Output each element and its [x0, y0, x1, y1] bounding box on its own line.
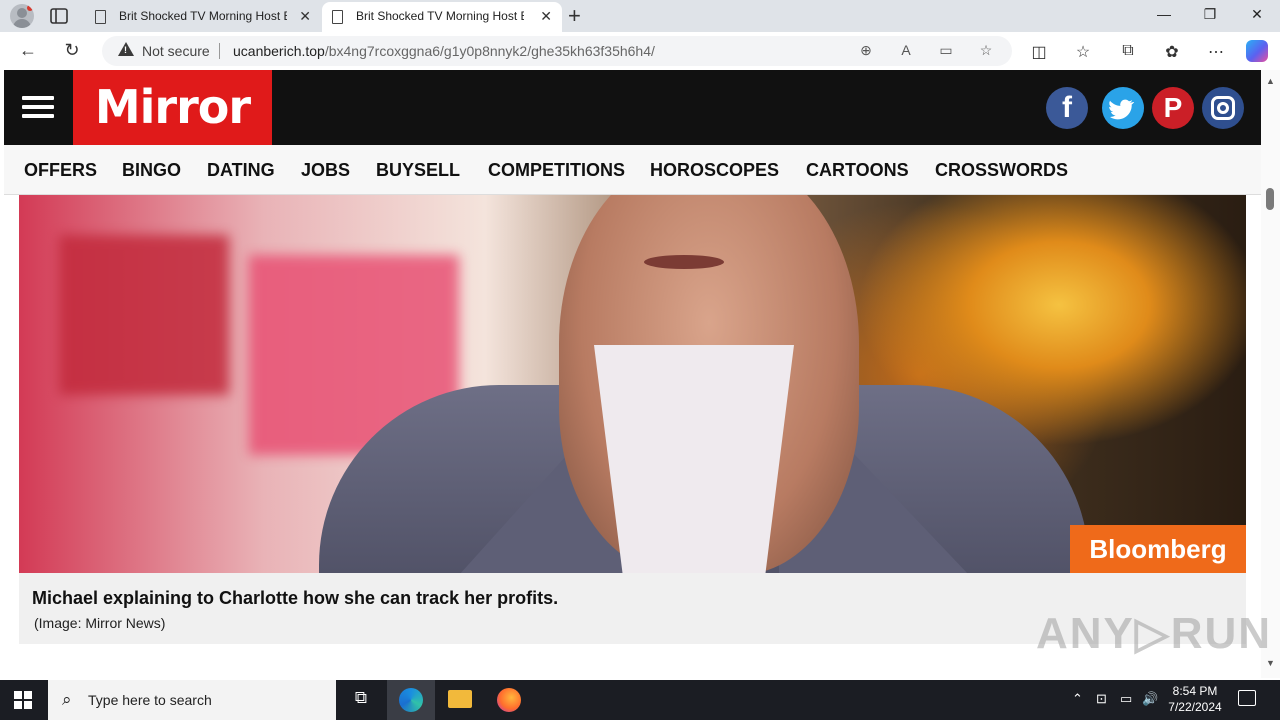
- site-header: Mirror f P: [4, 70, 1261, 145]
- nav-jobs[interactable]: JOBS: [301, 160, 350, 181]
- refresh-icon[interactable]: ↻: [60, 40, 84, 61]
- bloomberg-badge: Bloomberg: [1070, 525, 1246, 573]
- notification-icon[interactable]: [1238, 690, 1256, 706]
- hamburger-menu-icon[interactable]: [22, 96, 54, 118]
- nav-cartoons[interactable]: CARTOONS: [806, 160, 909, 181]
- security-label[interactable]: Not secure: [142, 43, 210, 59]
- volume-icon[interactable]: 🔊: [1142, 691, 1158, 707]
- clock-time: 8:54 PM: [1172, 684, 1218, 698]
- profile-avatar-icon[interactable]: [10, 4, 34, 28]
- split-screen-icon[interactable]: ◫: [1028, 42, 1050, 62]
- nav-horoscopes[interactable]: HOROSCOPES: [650, 160, 779, 181]
- close-window-button[interactable]: ✕: [1247, 6, 1267, 23]
- task-view-icon[interactable]: ⧉: [348, 688, 374, 712]
- instagram-icon[interactable]: [1202, 87, 1244, 129]
- windows-start-icon[interactable]: [14, 691, 32, 709]
- site-nav: OFFERS BINGO DATING JOBS BUYSELL COMPETI…: [4, 145, 1261, 195]
- address-bar[interactable]: Not secure ucanberich.top/bx4ng7rcoxggna…: [102, 36, 1012, 66]
- warning-icon[interactable]: [118, 42, 134, 56]
- nav-crosswords[interactable]: CROSSWORDS: [935, 160, 1068, 181]
- caption-text: Michael explaining to Charlotte how she …: [32, 588, 559, 608]
- network-icon[interactable]: ⊡: [1096, 691, 1107, 707]
- scroll-up-icon[interactable]: ▲: [1266, 76, 1275, 86]
- nav-bingo[interactable]: BINGO: [122, 160, 181, 181]
- page-scrollbar[interactable]: ▲ ▼: [1261, 70, 1280, 678]
- scroll-down-icon[interactable]: ▼: [1266, 658, 1275, 668]
- tab-title: Brit Shocked TV Morning Host By: [119, 9, 287, 23]
- nav-buysell[interactable]: BUYSELL: [376, 160, 460, 181]
- tab-actions-icon[interactable]: [48, 6, 70, 26]
- clock-date: 7/22/2024: [1168, 700, 1222, 714]
- back-icon[interactable]: ←: [16, 40, 40, 61]
- page-icon: [332, 10, 343, 24]
- site-logo[interactable]: Mirror: [73, 70, 272, 145]
- zoom-icon[interactable]: ⊕: [857, 42, 875, 59]
- browser-tab-bar: Brit Shocked TV Morning Host By ✕ Brit S…: [0, 0, 1280, 32]
- facebook-icon[interactable]: f: [1046, 87, 1088, 129]
- favorite-star-icon[interactable]: ☆: [977, 42, 995, 59]
- favorites-icon[interactable]: ☆: [1072, 42, 1094, 62]
- edge-icon[interactable]: [399, 688, 423, 712]
- pinterest-icon[interactable]: P: [1152, 87, 1194, 129]
- web-page: Mirror f P OFFERS BINGO DATING JOBS BUYS…: [4, 70, 1261, 678]
- immersive-reader-icon[interactable]: ▭: [937, 42, 955, 59]
- twitter-icon[interactable]: [1102, 87, 1144, 129]
- tray-overflow-icon[interactable]: ⌃: [1072, 691, 1083, 707]
- nav-offers[interactable]: OFFERS: [24, 160, 97, 181]
- divider: [219, 43, 220, 59]
- taskbar-search[interactable]: ⌕ Type here to search: [48, 680, 336, 720]
- windows-taskbar: ⌕ Type here to search ⧉ ⌃ ⊡ ▭ 🔊 8:54 PM …: [0, 680, 1280, 720]
- close-tab-icon[interactable]: ✕: [299, 8, 311, 25]
- search-icon: ⌕: [62, 690, 72, 709]
- image-credit: (Image: Mirror News): [34, 615, 166, 631]
- minimize-button[interactable]: —: [1154, 6, 1174, 22]
- nav-dating[interactable]: DATING: [207, 160, 275, 181]
- page-icon: [95, 10, 106, 24]
- url-host: ucanberich.top: [233, 43, 325, 59]
- ethernet-icon[interactable]: ▭: [1120, 691, 1132, 707]
- nav-competitions[interactable]: COMPETITIONS: [488, 160, 625, 181]
- search-placeholder: Type here to search: [88, 692, 212, 708]
- new-tab-button[interactable]: +: [568, 3, 581, 29]
- article-hero-image: Bloomberg: [19, 195, 1246, 573]
- restore-button[interactable]: ❐: [1200, 6, 1220, 23]
- tab-2-active[interactable]: Brit Shocked TV Morning Host By ✕: [322, 2, 562, 32]
- taskbar-clock[interactable]: 8:54 PM 7/22/2024: [1160, 683, 1230, 715]
- tab-title: Brit Shocked TV Morning Host By: [356, 9, 524, 23]
- file-explorer-icon[interactable]: [448, 690, 472, 708]
- url-path: /bx4ng7rcoxggna6/g1y0p8nnyk2/ghe35kh63f3…: [324, 43, 655, 59]
- extensions-icon[interactable]: ✿: [1161, 42, 1183, 62]
- tab-1[interactable]: Brit Shocked TV Morning Host By ✕: [85, 2, 321, 32]
- scrollbar-thumb[interactable]: [1266, 188, 1274, 210]
- close-tab-icon[interactable]: ✕: [540, 8, 552, 25]
- more-icon[interactable]: ⋯: [1205, 42, 1227, 62]
- collections-icon[interactable]: ⧉: [1117, 42, 1139, 60]
- url-text[interactable]: ucanberich.top/bx4ng7rcoxggna6/g1y0p8nny…: [233, 43, 655, 59]
- copilot-icon[interactable]: [1246, 40, 1268, 62]
- read-aloud-icon[interactable]: A: [897, 42, 915, 58]
- firefox-icon[interactable]: [497, 688, 521, 712]
- anyrun-watermark: ANY▷RUN: [1036, 609, 1273, 658]
